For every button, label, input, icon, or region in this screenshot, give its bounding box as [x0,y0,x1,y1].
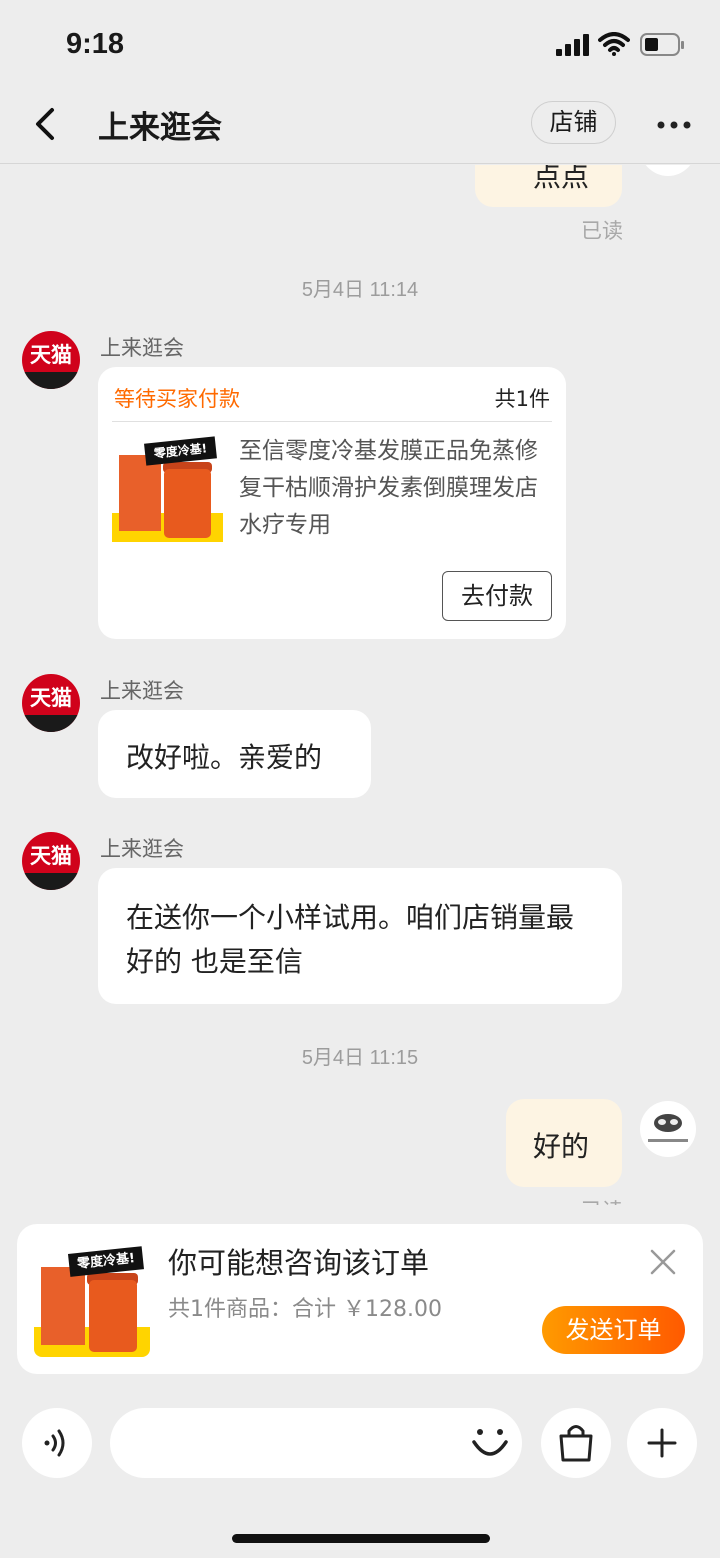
wifi-icon [598,32,630,56]
message-text: 好的 [533,1130,590,1163]
read-receipt: 已读 [581,1195,623,1205]
plus-icon [647,1428,677,1458]
sender-name: 上来逛会 [100,679,184,703]
home-indicator [232,1534,490,1543]
avatar-image-icon [648,1114,688,1142]
emoji-icon[interactable] [470,1426,510,1462]
timestamp: 5月4日 11:15 [301,1047,419,1069]
product-box [40,1266,86,1346]
avatar-base [22,715,80,732]
sender-name: 上来逛会 [100,336,184,360]
avatar-base [22,873,80,890]
message-input[interactable] [110,1408,522,1478]
my-avatar-partial [640,165,696,176]
pay-button[interactable]: 去付款 [442,571,552,621]
product-image[interactable]: 零度冷基! [112,431,223,542]
back-arrow-icon[interactable] [30,104,62,144]
message-text: 改好啦。亲爱的 [126,741,323,774]
shop-avatar[interactable]: 天猫 [22,832,80,890]
cellular-signal-icon [556,34,589,56]
product-image[interactable]: 零度冷基! [34,1241,150,1357]
message-text: 在送你一个小样试用。咱们店销量最好的 也是至信 [126,901,575,978]
product-button[interactable] [541,1408,611,1478]
order-summary: 共1件商品：合计 ￥128.00 [168,1297,442,1322]
message-bubble[interactable]: 在送你一个小样试用。咱们店销量最好的 也是至信 [98,868,622,1004]
order-item-count: 共1件 [494,387,550,411]
product-jar [164,468,211,538]
product-box [118,455,161,531]
message-text: 点点 [533,165,590,193]
more-actions-button[interactable] [627,1408,697,1478]
tmall-logo-text: 天猫 [30,686,72,710]
chat-header: 上来逛会 店铺 [0,92,720,164]
shop-avatar[interactable]: 天猫 [22,331,80,389]
timestamp: 5月4日 11:14 [301,279,419,301]
message-bubble-partial[interactable]: 点点 [475,165,622,207]
voice-icon [44,1429,65,1457]
battery-icon [640,33,684,56]
input-bar [0,1408,720,1480]
product-title: 至信零度冷基发膜正品免蒸修复干枯顺滑护发素倒膜理发店水疗专用 [239,438,538,538]
sender-name: 上来逛会 [100,837,184,861]
divider [112,421,552,422]
consult-order-card[interactable]: 零度冷基! 你可能想咨询该订单 共1件商品：合计 ￥128.00 发送订单 [17,1224,703,1374]
chat-title: 上来逛会 [98,110,222,146]
product-jar [88,1280,138,1353]
status-bar: 9:18 [0,0,720,92]
tmall-logo-text: 天猫 [30,343,72,367]
order-card[interactable]: 等待买家付款 共1件 零度冷基! 至信零度冷基发膜正品免蒸修复干枯顺滑护发素倒膜… [98,367,566,639]
chat-message-list[interactable]: 点点 已读 5月4日 11:14 天猫 上来逛会 等待买家付款 共1件 零度冷基… [0,165,720,1205]
read-receipt: 已读 [581,219,623,243]
my-avatar[interactable] [640,1101,696,1157]
shopping-bag-icon [559,1425,593,1462]
tmall-logo-text: 天猫 [30,844,72,868]
shop-avatar[interactable]: 天猫 [22,674,80,732]
my-message-bubble[interactable]: 好的 [506,1099,622,1187]
send-order-button[interactable]: 发送订单 [542,1306,685,1354]
more-options-icon[interactable] [656,120,692,130]
voice-button[interactable] [22,1408,92,1478]
message-bubble[interactable]: 改好啦。亲爱的 [98,710,371,798]
order-status: 等待买家付款 [114,387,240,411]
consult-title: 你可能想咨询该订单 [168,1246,430,1280]
avatar-base [22,372,80,389]
shop-button[interactable]: 店铺 [531,101,616,144]
status-time: 9:18 [66,28,125,60]
close-icon[interactable] [649,1248,677,1276]
